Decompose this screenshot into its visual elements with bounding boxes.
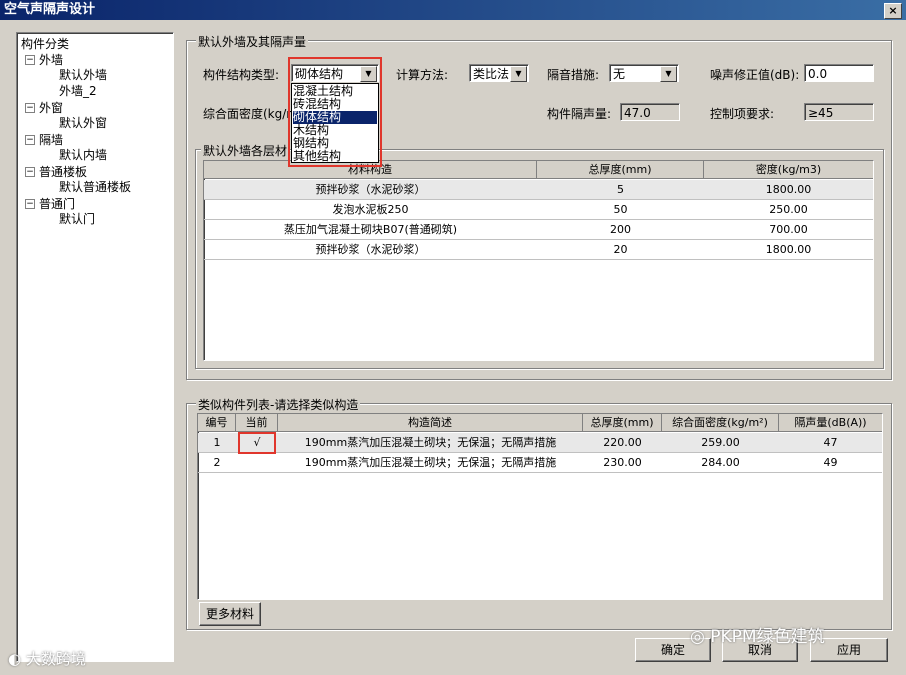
- cell-material: 蒸压加气混凝土砌块B07(普通砌筑): [283, 223, 458, 236]
- layers-table[interactable]: 材料构造 总厚度(mm) 密度(kg/m3) 预拌砂浆（水泥砂浆） 5 1800…: [203, 160, 874, 361]
- cell-thickness: 200: [610, 223, 631, 236]
- cell-density: 1800.00: [765, 183, 812, 196]
- highlight-box-current: [238, 432, 276, 454]
- cell-thickness: 20: [613, 243, 628, 256]
- cell-density: 700.00: [769, 223, 808, 236]
- cell-total-thickness: 220.00: [603, 436, 642, 449]
- current-check-cell[interactable]: [236, 453, 278, 472]
- tree-item-exterior-wall-2[interactable]: 外墙_2: [59, 84, 97, 98]
- dropdown-arrow-icon[interactable]: ▼: [510, 66, 527, 82]
- component-tree[interactable]: 构件分类 − 外墙 默认外墙 外墙_2 − 外窗 默认外窗 − 隔墙 默认内墙 …: [16, 32, 174, 662]
- tree-group-floor-slab[interactable]: 普通楼板: [39, 165, 87, 179]
- cell-total-thickness: 230.00: [603, 456, 642, 469]
- tree-item-default-exterior-window[interactable]: 默认外窗: [59, 116, 107, 130]
- dropdown-arrow-icon[interactable]: ▼: [660, 66, 677, 82]
- cell-density: 250.00: [769, 203, 808, 216]
- tree-collapse-icon[interactable]: −: [25, 55, 35, 65]
- tree-collapse-icon[interactable]: −: [25, 135, 35, 145]
- calc-method-label: 计算方法:: [396, 68, 449, 82]
- tree-group-exterior-wall[interactable]: 外墙: [39, 53, 63, 67]
- col-description[interactable]: 构造简述: [278, 414, 583, 431]
- more-materials-button[interactable]: 更多材料: [199, 602, 261, 626]
- table-row[interactable]: 2 190mm蒸汽加压混凝土砌块；无保温；无隔声措施 230.00 284.00…: [198, 453, 882, 473]
- tree-group-partition-wall[interactable]: 隔墙: [39, 133, 63, 147]
- tree-collapse-icon[interactable]: −: [25, 199, 35, 209]
- col-density[interactable]: 密度(kg/m3): [704, 161, 873, 178]
- cell-description: 190mm蒸汽加压混凝土砌块；无保温；无隔声措施: [304, 456, 557, 469]
- table-row[interactable]: 蒸压加气混凝土砌块B07(普通砌筑) 200 700.00: [204, 220, 873, 240]
- watermark-logo-icon: ◐: [8, 650, 26, 668]
- similar-table[interactable]: 编号 当前 构造简述 总厚度(mm) 综合面密度(kg/m²) 隔声量(dB(A…: [197, 413, 883, 600]
- cell-number: 2: [213, 456, 221, 469]
- tree-root: 构件分类: [21, 37, 70, 51]
- watermark-left: ◐ 大数跨境: [8, 650, 86, 668]
- cell-area-density: 284.00: [701, 456, 740, 469]
- cell-thickness: 5: [617, 183, 624, 196]
- table-row[interactable]: 发泡水泥板250 50 250.00: [204, 200, 873, 220]
- watermark-right: ◎ PKPM绿色建筑: [690, 627, 825, 647]
- table-row[interactable]: 1 √ 190mm蒸汽加压混凝土砌块；无保温；无隔声措施 220.00 259.…: [198, 433, 882, 453]
- cell-density: 1800.00: [765, 243, 812, 256]
- cell-material: 预拌砂浆（水泥砂浆）: [315, 243, 426, 256]
- measure-value: 无: [613, 67, 626, 81]
- tree-item-default-exterior-wall[interactable]: 默认外墙: [59, 68, 107, 82]
- noise-correction-input[interactable]: 0.0: [804, 64, 874, 82]
- table-row[interactable]: 预拌砂浆（水泥砂浆） 5 1800.00: [204, 180, 873, 200]
- insulation-label: 构件隔声量:: [547, 107, 612, 121]
- window-title: 空气声隔声设计: [4, 2, 96, 17]
- noise-correction-label: 噪声修正值(dB):: [710, 68, 800, 82]
- col-insulation[interactable]: 隔声量(dB(A)): [779, 414, 882, 431]
- tree-item-default-door[interactable]: 默认门: [59, 212, 95, 226]
- tree-collapse-icon[interactable]: −: [25, 167, 35, 177]
- measure-label: 隔音措施:: [547, 68, 600, 82]
- cell-area-density: 259.00: [701, 436, 740, 449]
- table-row[interactable]: 预拌砂浆（水泥砂浆） 20 1800.00: [204, 240, 873, 260]
- tree-group-exterior-window[interactable]: 外窗: [39, 101, 63, 115]
- col-total-thickness[interactable]: 总厚度(mm): [583, 414, 662, 431]
- control-req-value: ≥45: [804, 103, 874, 121]
- highlight-box-struct: [288, 57, 382, 167]
- title-bar: 空气声隔声设计 ×: [0, 0, 906, 20]
- measure-select[interactable]: 无 ▼: [609, 64, 679, 82]
- col-number[interactable]: 编号: [198, 414, 236, 431]
- cell-material: 发泡水泥板250: [332, 203, 409, 216]
- wall-section-title: 默认外墙及其隔声量: [196, 33, 309, 50]
- cell-material: 预拌砂浆（水泥砂浆）: [315, 183, 426, 196]
- wechat-icon: ◎: [690, 627, 711, 647]
- insulation-value: 47.0: [620, 103, 680, 121]
- layers-title: 默认外墙各层材: [201, 142, 290, 159]
- cell-insulation: 47: [823, 436, 838, 449]
- col-area-density[interactable]: 综合面密度(kg/m²): [662, 414, 779, 431]
- close-icon[interactable]: ×: [884, 3, 902, 19]
- calc-method-select[interactable]: 类比法 ▼: [469, 64, 529, 82]
- cell-thickness: 50: [613, 203, 628, 216]
- calc-method-value: 类比法: [473, 67, 510, 81]
- cell-description: 190mm蒸汽加压混凝土砌块；无保温；无隔声措施: [304, 436, 557, 449]
- similar-title: 类似构件列表-请选择类似构造: [196, 396, 361, 413]
- similar-table-header: 编号 当前 构造简述 总厚度(mm) 综合面密度(kg/m²) 隔声量(dB(A…: [198, 414, 882, 432]
- cell-number: 1: [213, 436, 221, 449]
- struct-type-label: 构件结构类型:: [203, 68, 280, 82]
- cell-insulation: 49: [823, 456, 838, 469]
- density-label: 综合面密度(kg/m: [203, 107, 298, 121]
- tree-group-door[interactable]: 普通门: [39, 197, 75, 211]
- tree-item-default-interior-wall[interactable]: 默认内墙: [59, 148, 107, 162]
- tree-collapse-icon[interactable]: −: [25, 103, 35, 113]
- col-thickness[interactable]: 总厚度(mm): [537, 161, 704, 178]
- col-current[interactable]: 当前: [236, 414, 278, 431]
- control-req-label: 控制项要求:: [710, 107, 775, 121]
- tree-item-default-floor-slab[interactable]: 默认普通楼板: [59, 180, 131, 194]
